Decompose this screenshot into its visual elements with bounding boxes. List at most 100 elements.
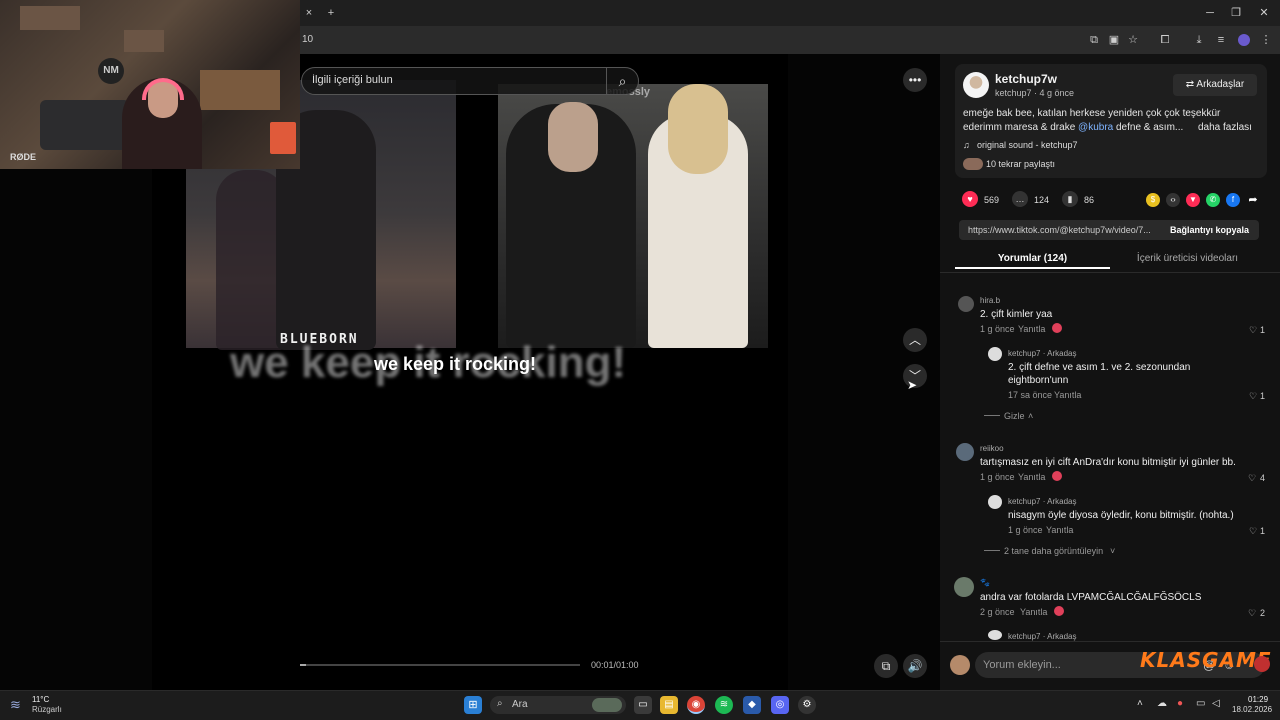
menu-dots-icon[interactable]: ⋮ — [1259, 33, 1273, 47]
comment-likes: 4 — [1260, 473, 1266, 483]
like-heart-icon[interactable]: ♡ — [1249, 391, 1257, 402]
tab-comments[interactable]: Yorumlar (124) — [955, 249, 1110, 269]
star-icon[interactable]: ☆ — [1126, 33, 1140, 47]
download-icon[interactable]: ⤓ — [1192, 33, 1206, 47]
comment-likes: 1 — [1260, 325, 1266, 335]
whatsapp-icon[interactable]: ✆ — [1206, 193, 1220, 207]
sound-name[interactable]: original sound - ketchup7 — [977, 140, 1078, 150]
send-icon[interactable]: ▼ — [1186, 193, 1200, 207]
comment-author[interactable]: hira.b — [980, 296, 1000, 305]
comment-text: tartışmasız en iyi cift AnDra'dır konu b… — [980, 457, 1236, 468]
translate-icon[interactable]: ⧉ — [1087, 33, 1101, 47]
comment-avatar[interactable] — [956, 443, 974, 461]
chrome-icon[interactable]: ◉ — [687, 696, 705, 714]
friends-button[interactable]: ⇄ Arkadaşlar — [1173, 74, 1257, 96]
video-progress-track[interactable] — [300, 664, 580, 666]
extensions-icon[interactable]: ⧠ — [1158, 33, 1172, 47]
reply-button[interactable]: Yanıtla — [1018, 472, 1045, 482]
spotify-icon[interactable]: ≋ — [715, 696, 733, 714]
microphone-icon[interactable]: ● — [1177, 698, 1183, 709]
previous-video-icon[interactable]: ︿ — [903, 328, 927, 352]
reply-author[interactable]: ketchup7 · Arkadaş — [1008, 497, 1076, 506]
app-icon[interactable]: ◆ — [743, 696, 761, 714]
camera-icon[interactable]: ▣ — [1107, 33, 1121, 47]
reply-button[interactable]: Yanıtla — [1018, 324, 1045, 334]
video-overlay-label: BLUEBORN — [280, 332, 359, 347]
weather-icon[interactable]: ≋ — [10, 697, 21, 713]
clock-date[interactable]: 18.02.2026 — [1232, 705, 1272, 714]
embed-icon[interactable]: ‹› — [1166, 193, 1180, 207]
webcam-overlay: NM RØDE — [0, 0, 300, 169]
comment-author[interactable]: 🐾 — [980, 578, 990, 587]
more-options-icon[interactable]: ••• — [903, 68, 927, 92]
author-avatar[interactable] — [963, 72, 989, 98]
comment-avatar[interactable] — [954, 577, 974, 597]
heart-icon[interactable]: ♥ — [962, 191, 978, 207]
like-heart-icon[interactable]: ♡ — [1249, 526, 1257, 537]
close-tab-icon[interactable]: × — [302, 6, 316, 20]
cloud-icon[interactable]: ☁ — [1157, 698, 1167, 709]
pip-icon[interactable]: ⧉ — [874, 654, 898, 678]
windows-start-icon[interactable]: ⊞ — [464, 696, 482, 714]
new-tab-icon[interactable]: + — [324, 6, 338, 20]
search-input[interactable] — [312, 74, 602, 86]
tray-chevron-icon[interactable]: ˄ — [1137, 698, 1143, 709]
search-icon[interactable]: ⌕ — [606, 68, 638, 94]
maximize-icon[interactable]: ❐ — [1229, 6, 1243, 20]
reply-author[interactable]: ketchup7 · Arkadaş — [1008, 632, 1076, 641]
reply-author[interactable]: ketchup7 · Arkadaş — [1008, 349, 1076, 358]
chevron-down-icon[interactable]: ˅ — [1110, 546, 1115, 556]
reply-time: 17 sa önce — [1008, 390, 1053, 400]
task-view-icon[interactable]: ▭ — [634, 696, 652, 714]
speaker-icon[interactable]: ◁ — [1212, 698, 1220, 709]
like-heart-icon[interactable]: ♡ — [1248, 608, 1256, 619]
chevron-up-icon[interactable]: ˄ — [1028, 411, 1033, 421]
file-explorer-icon[interactable]: ▤ — [660, 696, 678, 714]
reply-button[interactable]: Yanıtla — [1054, 390, 1081, 400]
caption-line1: emeğe bak bee, katılan herkese yeniden ç… — [963, 108, 1221, 119]
view-more-replies-button[interactable]: 2 tane daha görüntüleyin — [1004, 546, 1103, 556]
clock-time[interactable]: 01:29 — [1248, 695, 1268, 704]
klasgame-logo: KLASGAME — [1140, 648, 1272, 672]
profile-avatar[interactable] — [1238, 34, 1250, 46]
close-window-icon[interactable]: ✕ — [1257, 6, 1271, 20]
volume-icon[interactable]: 🔊 — [903, 654, 927, 678]
save-count: 86 — [1084, 195, 1095, 205]
comment-likes: 2 — [1260, 608, 1266, 618]
reply-avatar[interactable] — [988, 347, 1002, 361]
comment-time: 1 g önce — [980, 472, 1015, 482]
facebook-icon[interactable]: f — [1226, 193, 1240, 207]
reply-avatar[interactable] — [988, 630, 1002, 640]
app-settings-icon[interactable]: ⚙ — [798, 696, 816, 714]
minimize-icon[interactable]: ─ — [1203, 6, 1217, 20]
share-icon[interactable]: ➦ — [1246, 193, 1260, 207]
tab-creator-videos[interactable]: İçerik üreticisi videoları — [1110, 249, 1265, 269]
monitor-icon[interactable]: ▭ — [1196, 698, 1205, 709]
bookmark-icon[interactable]: ▮ — [1062, 191, 1078, 207]
my-avatar[interactable] — [950, 655, 970, 675]
hide-replies-button[interactable]: Gizle — [1004, 411, 1025, 421]
video-progress-fill — [300, 664, 306, 666]
comment-author[interactable]: reiikoo — [980, 444, 1004, 453]
weather-temp[interactable]: 11°C — [32, 695, 49, 704]
taskbar-search[interactable]: ⌕ Ara — [490, 696, 626, 714]
repost-count[interactable]: 10 tekrar paylaştı — [986, 159, 1055, 169]
caption-more-link[interactable]: daha fazlası — [1198, 121, 1252, 135]
comment-icon[interactable]: … — [1012, 191, 1028, 207]
search-bar[interactable]: ⌕ — [301, 67, 639, 95]
comment-text: 2. çift kimler yaa — [980, 309, 1053, 320]
comment-avatar[interactable] — [958, 296, 974, 312]
reply-button[interactable]: Yanıtla — [1020, 607, 1047, 617]
media-icon[interactable]: ≡ — [1214, 33, 1228, 47]
caption-mention[interactable]: @kubra — [1078, 122, 1113, 133]
like-heart-icon[interactable]: ♡ — [1249, 325, 1257, 336]
reply-avatar[interactable] — [988, 495, 1002, 509]
coin-icon[interactable]: $ — [1146, 193, 1160, 207]
discord-icon[interactable]: ◎ — [771, 696, 789, 714]
copy-link-button[interactable]: Bağlantıyı kopyala — [1170, 225, 1249, 235]
address-text[interactable]: 10 — [302, 34, 313, 45]
like-heart-icon[interactable]: ♡ — [1248, 473, 1256, 484]
video-link: https://www.tiktok.com/@ketchup7w/video/… — [968, 225, 1151, 235]
author-username[interactable]: ketchup7w — [995, 72, 1057, 86]
reply-button[interactable]: Yanıtla — [1046, 525, 1073, 535]
